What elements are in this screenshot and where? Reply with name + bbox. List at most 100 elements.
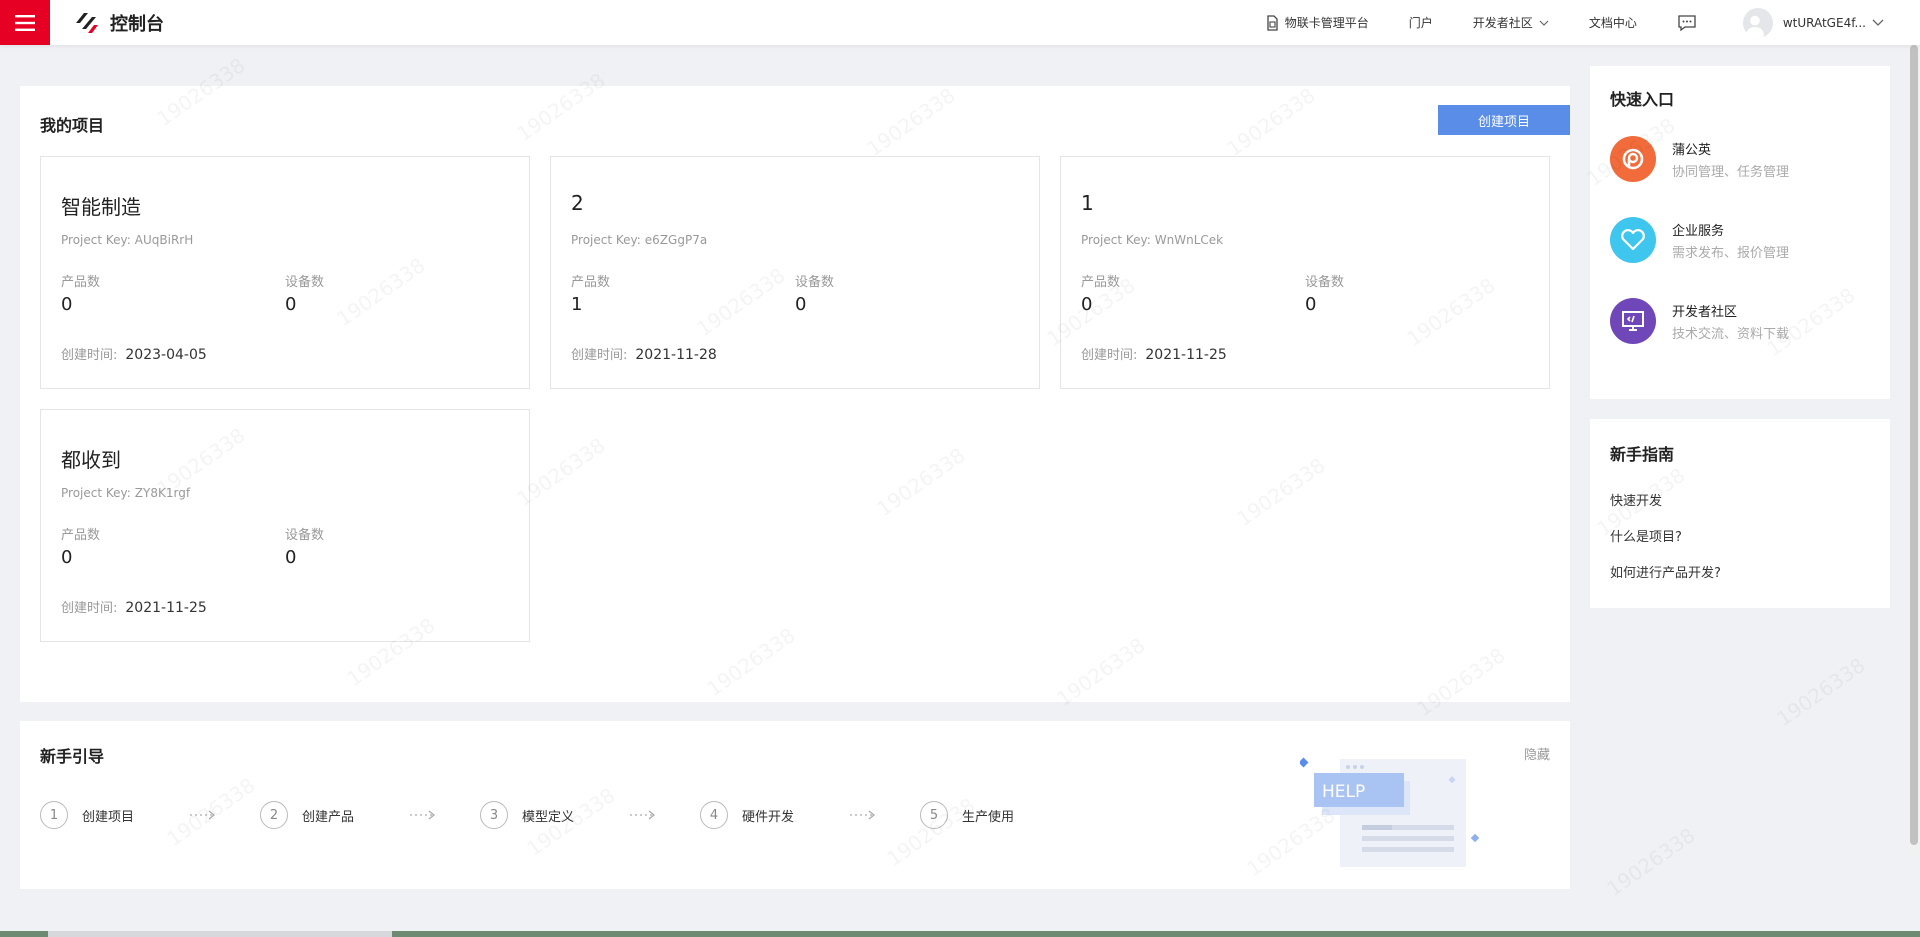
nav-docs-label: 文档中心 [1588,16,1637,30]
nav-docs[interactable]: 文档中心 [1589,14,1637,31]
product-count-value: 0 [61,547,73,568]
created-date: 创建时间: 2021-11-28 [571,344,717,363]
project-key-value: WnWnLCek [1154,233,1224,247]
create-project-button[interactable]: 创建项目 [1438,105,1570,135]
nav-dev-community[interactable]: 开发者社区 [1473,14,1549,31]
created-date: 创建时间: 2023-04-05 [61,344,207,363]
step-number: 1 [40,801,68,829]
project-name: 2 [571,191,584,215]
created-date-label: 创建时间: [1081,348,1138,363]
step-number: 5 [920,801,948,829]
projects-title: 我的项目 [40,116,105,135]
monitor-icon [1610,298,1656,344]
nav-iot-card-label: 物联卡管理平台 [1284,16,1369,30]
product-count-value: 0 [1081,294,1093,315]
quick-entry-panel: 快速入口 蒲公英 协同管理、任务管理 企业服务 需求发布、报价管理 开发者社区 … [1590,66,1890,399]
arrow-right-icon [190,810,216,820]
quick-item-dev-community[interactable]: 开发者社区 技术交流、资料下载 [1610,298,1789,344]
help-illustration: HELP [1298,757,1480,873]
device-count-value: 0 [1305,294,1317,315]
guide-link-product-dev[interactable]: 如何进行产品开发? [1610,562,1721,581]
scrollbar[interactable] [1908,45,1920,855]
quick-item-text: 蒲公英 协同管理、任务管理 [1672,139,1789,180]
guide-step[interactable]: 4 硬件开发 [700,801,920,829]
step-label: 模型定义 [522,809,575,825]
product-count: 产品数 0 [1081,271,1120,315]
step-label: 生产使用 [962,809,1015,825]
product-count: 产品数 0 [61,524,100,568]
menu-button[interactable] [0,0,50,45]
bottom-strip [0,931,1920,937]
quick-item-text: 企业服务 需求发布、报价管理 [1672,220,1789,261]
top-bar: 控制台 物联卡管理平台 门户 开发者社区 文档中心 wtURAtGE4f... [0,0,1920,45]
scrollbar-thumb[interactable] [1910,45,1918,845]
created-date-value: 2023-04-05 [125,347,207,363]
device-count: 设备数 0 [285,524,324,568]
product-count: 产品数 1 [571,271,610,315]
step-number: 4 [700,801,728,829]
watermark: 19026338 [1602,823,1699,901]
device-count: 设备数 0 [285,271,324,315]
message-button[interactable] [1677,14,1703,32]
sim-card-icon [1267,14,1278,31]
device-count-label: 设备数 [285,275,325,290]
project-card[interactable]: 都收到 Project Key: ZY8K1rgf 产品数 0 设备数 0 创建时… [40,409,530,642]
project-name: 1 [1081,191,1094,215]
arrow-right-icon [410,810,436,820]
guide-steps: 1 创建项目 2 创建产品 3 模型定义 4 硬件开发 5 生产使用 [40,801,1140,829]
bottom-strip-segment [48,931,392,937]
project-key-value: e6ZGgP7a [644,233,708,247]
nav-portal-label: 门户 [1408,16,1433,30]
product-count-label: 产品数 [61,528,101,543]
project-card[interactable]: 2 Project Key: e6ZGgP7a 产品数 1 设备数 0 创建时间:… [550,156,1040,389]
hide-guide-link[interactable]: 隐藏 [1524,744,1550,763]
projects-panel: 我的项目 创建项目 智能制造 Project Key: AUqBiRrH 产品数 … [20,86,1570,702]
project-card[interactable]: 1 Project Key: WnWnLCek 产品数 0 设备数 0 创建时间:… [1060,156,1550,389]
user-menu[interactable]: wtURAtGE4f... [1742,7,1884,38]
project-key-label: Project Key: [1081,233,1151,247]
guide-step[interactable]: 1 创建项目 [40,801,260,829]
nav-portal[interactable]: 门户 [1409,14,1433,31]
step-number: 2 [260,801,288,829]
dandelion-icon-glyph [1622,148,1644,170]
watermark: 19026338 [1772,653,1869,731]
guide-step[interactable]: 5 生产使用 [920,801,1140,829]
guide-title: 新手引导 [40,747,105,766]
guide-link-quick-dev[interactable]: 快速开发 [1610,490,1662,509]
device-count-value: 0 [795,294,807,315]
project-key: Project Key: AUqBiRrH [61,233,193,247]
created-date-value: 2021-11-28 [635,347,717,363]
created-date-label: 创建时间: [61,601,118,616]
device-count-value: 0 [285,547,297,568]
step-label: 创建产品 [302,809,355,825]
chat-icon [1678,14,1696,31]
quick-item-desc: 技术交流、资料下载 [1672,326,1790,342]
quick-item-name: 企业服务 [1672,223,1725,239]
quick-item-dandelion[interactable]: 蒲公英 协同管理、任务管理 [1610,136,1789,182]
guide-link-what-is-project[interactable]: 什么是项目? [1610,526,1682,545]
project-name: 都收到 [61,448,121,472]
chevron-down-icon [1872,19,1884,26]
quick-entry-title: 快速入口 [1610,90,1675,109]
project-card[interactable]: 智能制造 Project Key: AUqBiRrH 产品数 0 设备数 0 创建… [40,156,530,389]
guide-step[interactable]: 2 创建产品 [260,801,480,829]
logo[interactable]: 控制台 [74,10,164,36]
device-count-value: 0 [285,294,297,315]
project-key-label: Project Key: [61,233,131,247]
quick-item-enterprise[interactable]: 企业服务 需求发布、报价管理 [1610,217,1789,263]
nav-iot-card[interactable]: 物联卡管理平台 [1265,14,1369,31]
avatar [1742,7,1773,38]
arrow-right-icon [630,810,656,820]
project-key-label: Project Key: [61,486,131,500]
quick-item-desc: 需求发布、报价管理 [1672,245,1790,261]
guide-step[interactable]: 3 模型定义 [480,801,700,829]
quick-item-name: 开发者社区 [1672,304,1738,320]
created-date-value: 2021-11-25 [125,600,207,616]
created-date-value: 2021-11-25 [1145,347,1227,363]
help-illustration-graphic: HELP [1298,757,1480,867]
product-count-value: 0 [61,294,73,315]
step-number: 3 [480,801,508,829]
created-date: 创建时间: 2021-11-25 [61,597,207,616]
guide-panel: 新手引导 隐藏 1 创建项目 2 创建产品 3 模型定义 4 硬件开发 5 生产… [20,721,1570,889]
project-key-value: ZY8K1rgf [134,486,191,500]
